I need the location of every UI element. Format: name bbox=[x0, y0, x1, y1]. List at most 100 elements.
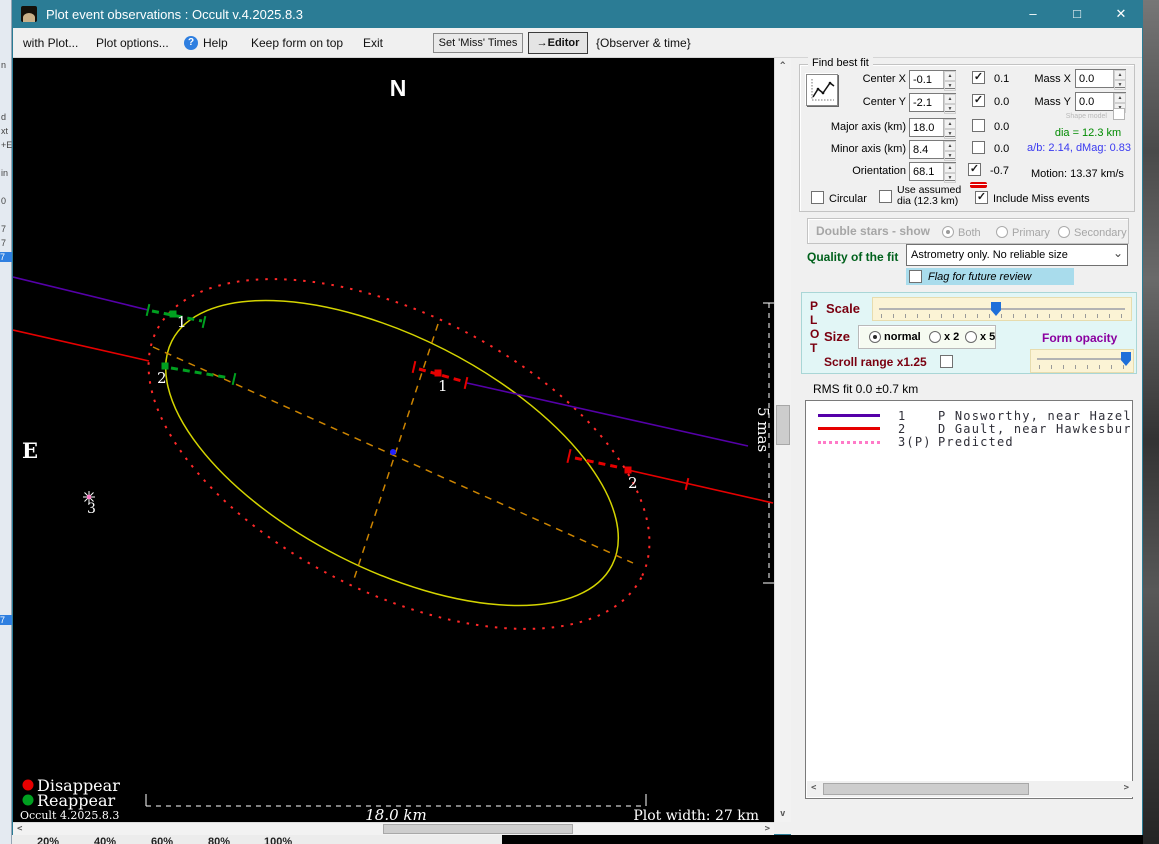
zoom-60[interactable]: 60% bbox=[151, 836, 173, 844]
spin-down-icon[interactable]: ▼ bbox=[944, 151, 956, 161]
double-stars-group: Double stars - show Both Primary Seconda… bbox=[807, 218, 1129, 244]
use-assumed-checkbox[interactable] bbox=[879, 190, 892, 203]
spin-up-icon[interactable]: ▲ bbox=[944, 119, 956, 129]
sliver-fragment: +E bbox=[1, 140, 13, 150]
north-label: N bbox=[390, 75, 407, 101]
both-radio[interactable] bbox=[942, 226, 954, 238]
circular-checkbox[interactable] bbox=[811, 191, 824, 204]
scroll-left-icon[interactable]: < bbox=[17, 824, 22, 834]
set-miss-times-button[interactable]: Set 'Miss' Times bbox=[433, 33, 523, 53]
size-x5-radio[interactable] bbox=[965, 331, 977, 343]
station-row[interactable]: 1 P Nosworthy, near Hazel bbox=[806, 409, 1132, 423]
flag-checkbox[interactable] bbox=[909, 270, 922, 283]
spin-down-icon[interactable]: ▼ bbox=[944, 173, 956, 183]
center-x-spinner[interactable]: ▲ ▼ bbox=[943, 71, 956, 91]
plot-horizontal-scrollbar[interactable]: < > bbox=[13, 822, 774, 835]
spin-down-icon[interactable]: ▼ bbox=[1114, 80, 1126, 90]
spin-up-icon[interactable]: ▲ bbox=[944, 141, 956, 151]
menu-keep-form-on-top[interactable]: Keep form on top bbox=[251, 36, 343, 50]
minimize-button[interactable]: – bbox=[1011, 0, 1055, 28]
opacity-slider-thumb[interactable] bbox=[1121, 352, 1131, 366]
spin-up-icon[interactable]: ▲ bbox=[1114, 70, 1126, 80]
editor-button[interactable]: →Editor bbox=[528, 32, 588, 54]
window-title: Plot event observations : Occult v.4.202… bbox=[46, 7, 304, 22]
center-y-spinner[interactable]: ▲ ▼ bbox=[943, 94, 956, 114]
menu-exit[interactable]: Exit bbox=[363, 36, 383, 50]
menu-help[interactable]: Help bbox=[203, 36, 228, 50]
primary-label: Primary bbox=[1012, 227, 1050, 239]
spin-down-icon[interactable]: ▼ bbox=[944, 81, 956, 91]
scroll-right-icon[interactable]: > bbox=[1124, 783, 1129, 793]
plot-controls-panel: P L O T Scale Size normal x 2 x 5 Form o… bbox=[801, 292, 1137, 374]
spin-down-icon[interactable]: ▼ bbox=[944, 104, 956, 114]
chord1-reappear-marker[interactable] bbox=[169, 310, 177, 318]
zoom-20[interactable]: 20% bbox=[37, 836, 59, 844]
spin-up-icon[interactable]: ▲ bbox=[1114, 93, 1126, 103]
station-list-scrollbar[interactable]: < > bbox=[807, 781, 1133, 797]
major-axis-fit-checkbox[interactable] bbox=[972, 119, 985, 132]
zoom-80[interactable]: 80% bbox=[208, 836, 230, 844]
scroll-up-icon[interactable]: ^ bbox=[780, 61, 785, 71]
disappear-dot bbox=[22, 779, 34, 791]
menu-with-plot[interactable]: with Plot... bbox=[23, 36, 78, 50]
major-axis-label: Major axis (km) bbox=[830, 121, 906, 133]
maximize-button[interactable]: □ bbox=[1055, 0, 1099, 28]
zoom-40[interactable]: 40% bbox=[94, 836, 116, 844]
orientation-label: Orientation bbox=[852, 165, 906, 177]
scroll-right-icon[interactable]: > bbox=[765, 824, 770, 834]
plot-canvas[interactable]: N E 1 1 2 2 3 5 mas 18.0 km Plot width: … bbox=[13, 58, 774, 822]
vscroll-thumb[interactable] bbox=[776, 405, 790, 445]
include-miss-label: Include Miss events bbox=[993, 193, 1090, 205]
form-opacity-slider[interactable] bbox=[1030, 349, 1134, 373]
plot-vertical-scrollbar[interactable]: ^ v bbox=[774, 58, 791, 822]
station-scroll-thumb[interactable] bbox=[823, 783, 1029, 795]
scroll-range-checkbox[interactable] bbox=[940, 355, 953, 368]
quality-select[interactable]: Astrometry only. No reliable size ⌄ bbox=[906, 244, 1128, 266]
zoom-100[interactable]: 100% bbox=[264, 836, 292, 844]
scroll-down-icon[interactable]: v bbox=[780, 809, 785, 819]
major-axis-spinner[interactable]: ▲ ▼ bbox=[943, 119, 956, 139]
minor-axis-fit-checkbox[interactable] bbox=[972, 141, 985, 154]
titlebar[interactable]: Plot event observations : Occult v.4.202… bbox=[12, 0, 1143, 28]
chord1-disappear-marker[interactable] bbox=[434, 369, 442, 377]
orientation-spinner[interactable]: ▲ ▼ bbox=[943, 163, 956, 183]
shape-model-checkbox[interactable] bbox=[1113, 108, 1125, 120]
include-miss-checkbox[interactable] bbox=[975, 191, 988, 204]
flag-label: Flag for future review bbox=[928, 271, 1032, 283]
fit-graph-button[interactable] bbox=[806, 74, 838, 106]
station-row[interactable]: 3(P) Predicted bbox=[806, 435, 1132, 449]
close-button[interactable]: ✕ bbox=[1099, 0, 1143, 28]
orientation-sigma: -0.7 bbox=[990, 165, 1009, 177]
find-best-fit-title: Find best fit bbox=[808, 57, 873, 69]
help-icon[interactable]: ? bbox=[184, 36, 198, 50]
station-row[interactable]: 2 D Gault, near Hawkesbur bbox=[806, 422, 1132, 436]
chord2-disappear-marker[interactable] bbox=[624, 466, 632, 474]
orientation-fit-checkbox[interactable] bbox=[968, 163, 981, 176]
scroll-left-icon[interactable]: < bbox=[811, 783, 816, 793]
plot-background bbox=[13, 58, 774, 822]
scale-slider[interactable] bbox=[872, 297, 1132, 321]
station-list[interactable]: 1 P Nosworthy, near Hazel 2 D Gault, nea… bbox=[805, 400, 1133, 799]
menu-plot-options[interactable]: Plot options... bbox=[96, 36, 169, 50]
plot-letter: T bbox=[810, 341, 818, 355]
quality-label: Quality of the fit bbox=[807, 250, 899, 264]
minor-axis-spinner[interactable]: ▲ ▼ bbox=[943, 141, 956, 161]
scroll-range-label: Scroll range x1.25 bbox=[824, 355, 927, 369]
center-y-fit-checkbox[interactable] bbox=[972, 94, 985, 107]
secondary-radio[interactable] bbox=[1058, 226, 1070, 238]
chord2-line-sample bbox=[818, 427, 880, 430]
spin-up-icon[interactable]: ▲ bbox=[944, 163, 956, 173]
center-y-sigma: 0.0 bbox=[994, 96, 1010, 108]
spin-up-icon[interactable]: ▲ bbox=[944, 71, 956, 81]
spin-up-icon[interactable]: ▲ bbox=[944, 94, 956, 104]
sliver-fragment-selected: 7 bbox=[0, 252, 12, 262]
mass-x-spinner[interactable]: ▲ ▼ bbox=[1113, 70, 1126, 90]
hscroll-thumb[interactable] bbox=[383, 824, 573, 834]
size-normal-radio[interactable] bbox=[869, 331, 881, 343]
center-x-fit-checkbox[interactable] bbox=[972, 71, 985, 84]
size-x2-radio[interactable] bbox=[929, 331, 941, 343]
use-assumed-label2: dia (12.3 km) bbox=[897, 195, 959, 207]
rms-label: RMS fit 0.0 ±0.7 km bbox=[813, 382, 919, 396]
primary-radio[interactable] bbox=[996, 226, 1008, 238]
spin-down-icon[interactable]: ▼ bbox=[944, 129, 956, 139]
